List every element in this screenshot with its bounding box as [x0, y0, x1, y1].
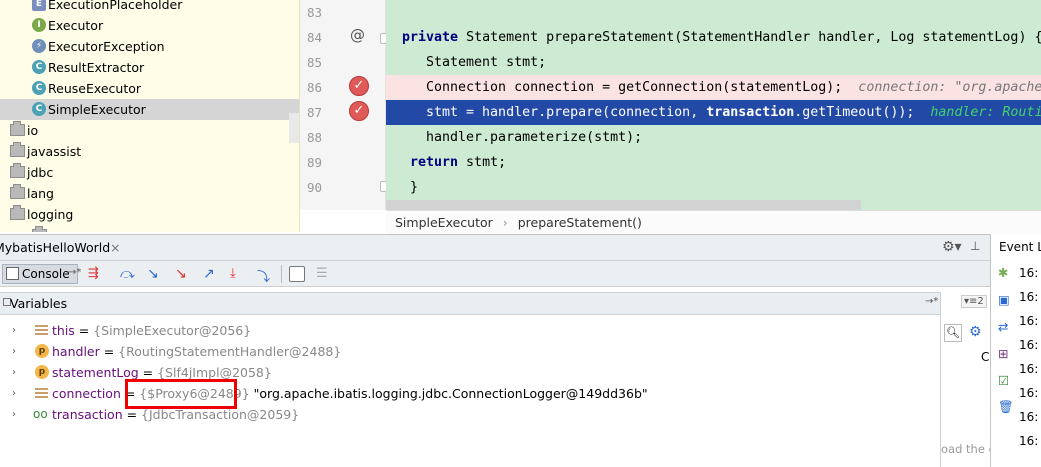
breadcrumb: SimpleExecutor › prepareStatement() — [386, 210, 1041, 234]
expand-arrow-icon[interactable]: › — [12, 383, 16, 404]
tree-item[interactable]: C ResultExtractor — [0, 57, 299, 78]
console-tab[interactable]: Console →* — [2, 264, 81, 284]
variables-title: Variables — [10, 296, 68, 311]
package-icon — [32, 226, 47, 232]
settings-gear-icon[interactable]: ⚙▾ — [942, 239, 962, 255]
tree-item[interactable]: I Executor — [0, 15, 299, 36]
interface-icon: I — [32, 18, 46, 32]
package-icon — [10, 121, 25, 136]
breakpoint-icon[interactable]: ✓ — [349, 101, 369, 121]
class-icon: C — [32, 60, 46, 74]
force-step-into-icon[interactable]: ↘ — [175, 266, 191, 282]
step-out-icon[interactable]: ↗ — [203, 266, 219, 282]
package-icon — [10, 184, 25, 199]
step-into-icon[interactable]: ↘ — [147, 266, 163, 282]
enum-icon: E — [32, 0, 46, 11]
event-time-list: 16: 16: 16: 16: 16: 16: 16: 16: — [1019, 266, 1039, 448]
field-icon — [35, 388, 48, 399]
console-icon — [6, 267, 19, 280]
drop-frame-icon[interactable]: ⤓ — [230, 266, 246, 282]
wrench-icon[interactable]: ✱ — [998, 265, 1008, 280]
search-icon[interactable]: 🔍︎ — [944, 324, 962, 342]
exception-class-icon: ⚡ — [32, 39, 46, 53]
run-config-tab[interactable]: MybatisHelloWorld — [0, 240, 110, 255]
tree-item[interactable]: ⚡ ExecutorException — [0, 36, 299, 57]
line-number: 90 — [306, 180, 322, 195]
tree-item[interactable]: jdbc — [0, 162, 299, 183]
line-number: 84 — [306, 30, 322, 45]
expand-arrow-icon[interactable]: › — [12, 320, 16, 341]
parameter-icon: p — [35, 344, 49, 358]
code-line: private Statement prepareStatement(State… — [402, 30, 1041, 45]
trash-icon[interactable]: 🗑︎ — [998, 399, 1014, 415]
editor-gutter: 83 84 85 86 87 88 89 90 @ ✓ ✓ — [300, 0, 387, 210]
code-line: handler.parameterize(stmt); — [410, 130, 643, 145]
tree-item[interactable]: javassist — [0, 141, 299, 162]
line-number: 89 — [306, 155, 322, 170]
line-number: 86 — [306, 80, 322, 95]
class-icon: C — [32, 102, 46, 116]
tree-item[interactable]: commons — [0, 225, 299, 232]
trace-icon[interactable]: ☰ — [316, 266, 332, 282]
code-line-execution-point: stmt = handler.prepare(connection, trans… — [386, 100, 1041, 125]
class-icon: C — [32, 81, 46, 95]
project-tree: E ExecutionPlaceholder I Executor ⚡ Executo… — [0, 0, 300, 232]
code-line-breakpoint: Connection connection = getConnection(st… — [386, 75, 1041, 100]
line-number: 83 — [306, 5, 322, 20]
checkbox-icon[interactable]: ☑ — [998, 373, 1009, 388]
code-line: return stmt; — [410, 155, 507, 170]
code-editor[interactable]: private Statement prepareStatement(State… — [386, 0, 1041, 210]
breadcrumb-separator-icon: › — [502, 215, 508, 230]
variable-row[interactable]: › p handler = {RoutingStatementHandler@2… — [0, 341, 940, 362]
line-number: 85 — [306, 55, 322, 70]
breadcrumb-method[interactable]: prepareStatement() — [518, 215, 642, 230]
package-icon — [10, 205, 25, 220]
highlight-box — [125, 379, 237, 409]
show-execution-point-icon[interactable]: ⇶ — [88, 266, 104, 282]
tree-item[interactable]: io — [0, 120, 299, 141]
step-over-icon[interactable]: ⤼ — [120, 266, 136, 282]
close-tab-icon[interactable]: × — [110, 240, 120, 255]
event-log-title: Event L — [999, 240, 1041, 254]
run-to-cursor-icon[interactable]: ⤵ — [257, 266, 273, 285]
tree-item[interactable]: C ReuseExecutor — [0, 78, 299, 99]
watch-glasses-icon: oo — [33, 407, 48, 421]
package-icon — [10, 142, 25, 157]
expand-arrow-icon[interactable]: › — [12, 404, 16, 425]
line-number: 87 — [306, 105, 322, 120]
parameter-icon: p — [35, 365, 49, 379]
event-log-pane: Event L ✱ ▣ ⇄ ⊞ ☑ 🗑︎ 16: 16: 16: 16: 16:… — [990, 234, 1041, 467]
expand-arrow-icon[interactable]: › — [12, 341, 16, 362]
field-icon — [35, 325, 48, 336]
pin-icon[interactable]: →* — [925, 296, 938, 307]
breakpoint-icon[interactable]: ✓ — [349, 76, 369, 96]
code-line: } — [410, 180, 419, 195]
scroll-icon[interactable]: ⇄ — [998, 319, 1008, 334]
tree-item[interactable]: E ExecutionPlaceholder — [0, 0, 299, 15]
editor-horizontal-scrollbar[interactable] — [386, 200, 861, 210]
variable-row[interactable]: › this = {SimpleExecutor@2056} — [0, 320, 940, 341]
expand-arrow-icon[interactable]: › — [12, 362, 16, 383]
breadcrumb-class[interactable]: SimpleExecutor — [386, 215, 493, 230]
hide-panel-icon[interactable]: ⊥ — [970, 239, 980, 253]
watches-pane: ▾≡2 🔍︎ ⚙ C oad the c — [940, 292, 995, 467]
annotation-override-icon[interactable]: @ — [350, 26, 365, 44]
evaluate-expression-icon[interactable] — [289, 266, 305, 282]
tree-scrollbar[interactable] — [289, 113, 299, 143]
settings-gear-icon[interactable]: ⚙ — [969, 324, 982, 340]
debugger-toolbar: Console →* ⇶ ⤼ ↘ ↘ ↗ ⤓ ⤵ ☰ — [0, 261, 990, 287]
toolbar-divider — [281, 265, 282, 283]
debug-tab-bar: MybatisHelloWorld × ⚙▾ ⊥ — [0, 234, 990, 261]
code-line: Statement stmt; — [410, 55, 547, 70]
layout-options-icon[interactable]: ▾≡2 — [961, 295, 987, 308]
tree-item-selected[interactable]: C SimpleExecutor — [0, 99, 299, 120]
export-icon[interactable]: ⊞ — [998, 346, 1008, 361]
package-icon — [10, 163, 25, 178]
tree-item[interactable]: lang — [0, 183, 299, 204]
line-number: 88 — [306, 130, 322, 145]
chat-icon[interactable]: ▣ — [998, 292, 1010, 307]
tree-item[interactable]: logging — [0, 204, 299, 225]
variables-header: Variables →* — [0, 292, 940, 315]
